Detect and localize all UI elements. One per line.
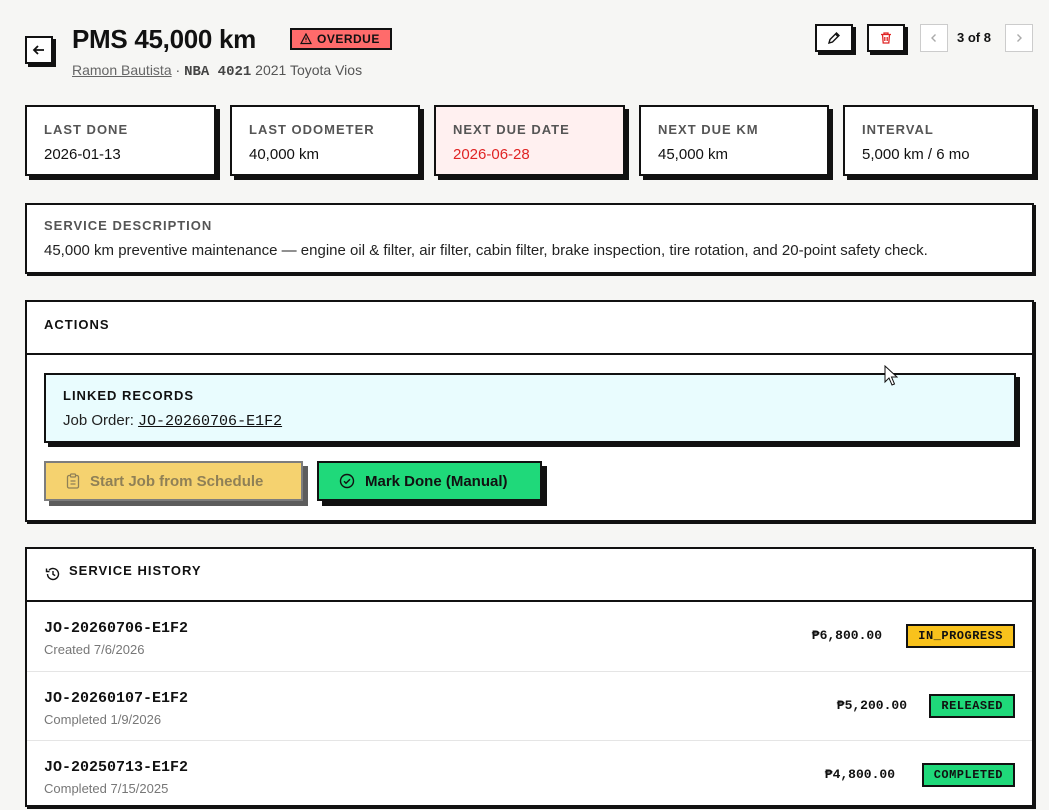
- start-job-button[interactable]: Start Job from Schedule: [44, 461, 303, 501]
- actions-card: ACTIONS LINKED RECORDS Job Order: JO-202…: [25, 300, 1034, 522]
- stat-next-due-date: NEXT DUE DATE 2026-06-28: [434, 105, 625, 176]
- overdue-badge: OVERDUE: [290, 28, 392, 50]
- vehicle-model: 2021 Toyota Vios: [255, 62, 363, 78]
- service-description-card: SERVICE DESCRIPTION 45,000 km preventive…: [25, 203, 1034, 274]
- chevron-right-icon: [1017, 34, 1022, 42]
- history-row[interactable]: JO-20260706-E1F2 Created 7/6/2026 ₱6,800…: [27, 602, 1032, 671]
- job-order-link[interactable]: JO-20260706-E1F2: [138, 413, 282, 430]
- pencil-icon: [827, 32, 840, 45]
- stat-value: 45,000 km: [658, 146, 729, 163]
- linked-records-title: LINKED RECORDS: [63, 388, 195, 403]
- stat-label: NEXT DUE DATE: [453, 122, 570, 137]
- description-text: 45,000 km preventive maintenance — engin…: [44, 242, 928, 259]
- service-history-card: SERVICE HISTORY JO-20260706-E1F2 Created…: [25, 547, 1034, 807]
- pager-count: 3 of 8: [957, 30, 991, 45]
- stat-label: LAST ODOMETER: [249, 122, 375, 137]
- stat-value: 2026-01-13: [44, 146, 121, 163]
- stat-label: INTERVAL: [862, 122, 934, 137]
- job-order-id: JO-20260706-E1F2: [44, 620, 189, 637]
- mark-done-button[interactable]: Mark Done (Manual): [317, 461, 542, 501]
- plate-number: NBA 4021: [184, 64, 252, 80]
- stat-label: LAST DONE: [44, 122, 129, 137]
- stat-next-due-km: NEXT DUE KM 45,000 km: [639, 105, 829, 176]
- check-circle-icon: [339, 473, 355, 489]
- arrow-left-icon: [32, 45, 44, 55]
- edit-button[interactable]: [815, 24, 853, 52]
- trash-icon: [881, 32, 891, 44]
- stat-interval: INTERVAL 5,000 km / 6 mo: [843, 105, 1034, 176]
- stat-label: NEXT DUE KM: [658, 122, 759, 137]
- owner-link[interactable]: Ramon Bautista: [72, 62, 172, 78]
- clipboard-icon: [66, 473, 80, 489]
- stat-value: 5,000 km / 6 mo: [862, 146, 970, 163]
- history-row[interactable]: JO-20260107-E1F2 Completed 1/9/2026 ₱5,2…: [27, 671, 1032, 741]
- next-button[interactable]: [1005, 24, 1033, 52]
- back-button[interactable]: [25, 36, 53, 64]
- job-order-date: Completed 1/9/2026: [44, 712, 162, 727]
- page-header: PMS 45,000 km OVERDUE Ramon Bautista · N…: [25, 20, 1034, 80]
- stat-last-odometer: LAST ODOMETER 40,000 km: [230, 105, 420, 176]
- stat-last-done: LAST DONE 2026-01-13: [25, 105, 216, 176]
- actions-title: ACTIONS: [44, 317, 110, 332]
- vehicle-subtitle: Ramon Bautista · NBA 4021 2021 Toyota Vi…: [72, 62, 362, 80]
- history-title: SERVICE HISTORY: [69, 563, 202, 578]
- job-order-amount: ₱4,800.00: [824, 767, 895, 782]
- job-order-id: JO-20260107-E1F2: [44, 690, 189, 707]
- job-order-amount: ₱6,800.00: [811, 628, 882, 643]
- warning-icon: [300, 33, 312, 45]
- separator: ·: [175, 62, 181, 78]
- stat-value: 2026-06-28: [453, 146, 530, 163]
- status-badge: RELEASED: [929, 694, 1015, 718]
- job-order-label: Job Order:: [63, 412, 134, 429]
- job-order-amount: ₱5,200.00: [836, 698, 907, 713]
- delete-button[interactable]: [867, 24, 905, 52]
- linked-job-order: Job Order: JO-20260706-E1F2: [63, 412, 282, 430]
- description-label: SERVICE DESCRIPTION: [44, 218, 213, 233]
- linked-records: LINKED RECORDS Job Order: JO-20260706-E1…: [44, 373, 1016, 443]
- history-row[interactable]: JO-20250713-E1F2 Completed 7/15/2025 ₱4,…: [27, 740, 1032, 810]
- status-badge: COMPLETED: [921, 763, 1015, 787]
- history-icon: [45, 567, 60, 581]
- mouse-cursor-icon: [884, 365, 898, 386]
- job-order-id: JO-20250713-E1F2: [44, 759, 189, 776]
- status-badge: IN_PROGRESS: [906, 624, 1015, 648]
- job-order-date: Created 7/6/2026: [44, 642, 145, 657]
- page-title: PMS 45,000 km: [72, 24, 256, 54]
- job-order-date: Completed 7/15/2025: [44, 781, 169, 796]
- start-job-label: Start Job from Schedule: [90, 472, 264, 490]
- stat-value: 40,000 km: [249, 146, 320, 163]
- mark-done-label: Mark Done (Manual): [365, 472, 508, 490]
- chevron-left-icon: [931, 34, 936, 42]
- overdue-badge-label: OVERDUE: [317, 32, 380, 46]
- prev-button[interactable]: [920, 24, 948, 52]
- actions-divider: [27, 353, 1032, 355]
